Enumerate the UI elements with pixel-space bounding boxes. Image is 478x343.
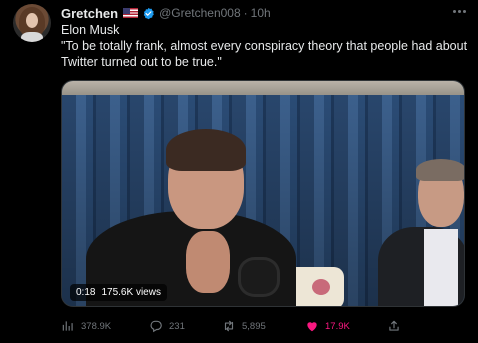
like-count: 17.9K — [325, 320, 350, 332]
share-icon — [389, 320, 399, 331]
video-frame-microphone — [238, 257, 280, 297]
retweet-button[interactable]: 5,895 — [222, 316, 266, 336]
video-frame-person-right-hair — [416, 159, 464, 181]
video-info-badge: 0:18 175.6K views — [70, 284, 167, 301]
tweet-text-line: Elon Musk — [61, 23, 120, 37]
author-handle[interactable]: @Gretchen008 — [159, 6, 241, 20]
video-frame-person-left-hair — [166, 129, 246, 171]
tweet-text-line: Twitter turned out to be true." — [61, 55, 222, 69]
more-options-icon[interactable] — [449, 3, 469, 19]
author-display-name[interactable]: Gretchen — [61, 6, 118, 21]
video-view-count: 175.6K views — [101, 287, 161, 298]
share-button[interactable] — [387, 316, 401, 336]
tweet-video[interactable]: 0:18 175.6K views — [61, 80, 465, 307]
tweet-card[interactable]: Gretchen @Gretchen008 · 10h Elon Musk "T… — [0, 0, 478, 343]
tweet-header: Gretchen @Gretchen008 · 10h — [61, 4, 271, 22]
views-count: 378.9K — [81, 320, 112, 332]
avatar-shirt — [21, 32, 43, 42]
like-button[interactable]: 17.9K — [305, 316, 350, 336]
reply-icon — [150, 320, 162, 333]
tweet-text-line: "To be totally frank, almost every consp… — [61, 39, 468, 53]
reply-button[interactable]: 231 — [149, 316, 185, 336]
reply-count: 231 — [169, 320, 185, 332]
analytics-icon — [62, 321, 73, 331]
tweet-action-bar: 378.9K 231 5,895 17.9K — [61, 316, 471, 336]
author-avatar[interactable] — [13, 4, 51, 42]
us-flag-icon — [123, 8, 139, 18]
retweet-count: 5,895 — [242, 320, 266, 332]
verified-badge-icon — [143, 7, 154, 19]
views-button[interactable]: 378.9K — [61, 316, 111, 336]
video-frame-person-right-shirt — [424, 229, 458, 306]
avatar-face — [26, 13, 38, 28]
retweet-icon — [224, 320, 234, 332]
video-frame-pillow-flower — [312, 279, 330, 295]
tweet-text: Elon Musk "To be totally frank, almost e… — [61, 22, 468, 70]
video-timestamp: 0:18 — [76, 287, 96, 298]
separator-dot: · — [243, 6, 248, 20]
video-frame-person-left-hand — [186, 231, 230, 293]
heart-filled-icon — [307, 322, 317, 332]
tweet-timestamp[interactable]: 10h — [251, 6, 271, 20]
